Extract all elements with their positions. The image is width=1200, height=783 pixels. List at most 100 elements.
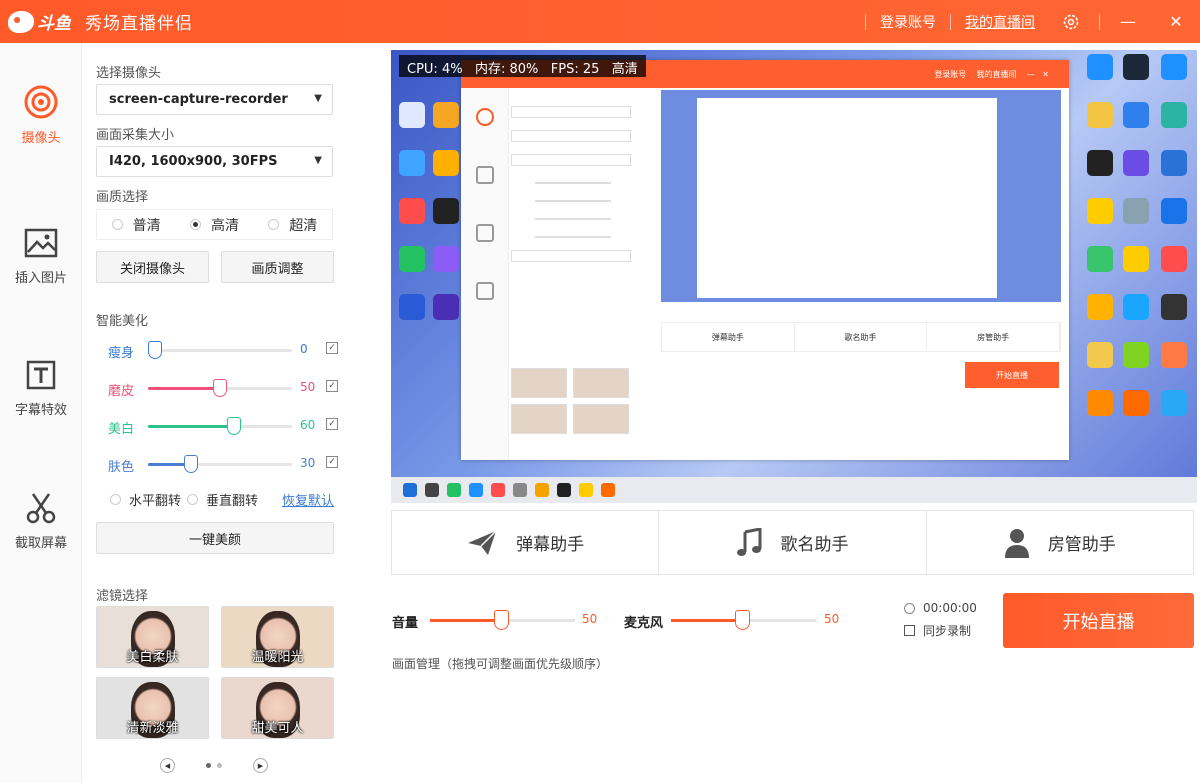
prev-page-button[interactable]: ◀ [160, 758, 175, 773]
checkbox[interactable] [904, 625, 915, 636]
filter-name: 美白柔肤 [97, 646, 208, 665]
slider-name: 肤色 [108, 456, 134, 475]
paper-plane-icon [466, 529, 498, 557]
flip-horizontal-option[interactable]: 水平翻转 [110, 490, 181, 509]
gear-icon[interactable] [1059, 10, 1083, 34]
scissors-icon [23, 490, 59, 526]
divider [950, 14, 951, 30]
person-icon [1004, 528, 1030, 558]
flip-vertical-label: 垂直翻转 [206, 490, 258, 509]
capture-size-select[interactable]: I420, 1600x900, 30FPS ▼ [96, 146, 333, 177]
nav-image[interactable]: 插入图片 [0, 225, 82, 286]
danmaku-assistant-button[interactable]: 弹幕助手 [392, 511, 659, 574]
close-camera-button[interactable]: 关闭摄像头 [96, 251, 209, 283]
quality-label: 画质选择 [96, 186, 148, 205]
nav-screenshot-label: 截取屏幕 [15, 536, 67, 551]
song-assistant-button[interactable]: 歌名助手 [659, 511, 926, 574]
slider-name: 磨皮 [108, 380, 134, 399]
windows-taskbar [391, 477, 1197, 503]
filter-thumbnail[interactable]: 甜美可人 [221, 677, 334, 739]
radio-dot [268, 219, 279, 230]
page-dot[interactable] [217, 763, 222, 768]
flip-vertical-option[interactable]: 垂直翻转 [187, 490, 258, 509]
desktop-icons-right [1123, 54, 1149, 438]
slider-knob[interactable] [213, 379, 227, 397]
filter-thumbnail[interactable]: 清新淡雅 [96, 677, 209, 739]
volume-label: 音量 [392, 612, 418, 631]
nav-image-label: 插入图片 [15, 271, 67, 286]
slider-value: 30 [300, 456, 315, 470]
my-room-link[interactable]: 我的直播间 [965, 12, 1035, 32]
radio-dot [110, 494, 121, 505]
radio-dot [187, 494, 198, 505]
song-assistant-label: 歌名助手 [780, 530, 848, 555]
live-preview[interactable]: 登录账号 我的直播间 — ✕ 弹幕助手歌名助手房管助手 开始直播 CPU: 4%… [391, 50, 1197, 503]
slider-checkbox[interactable]: ✓ [326, 380, 338, 392]
quality-adjust-button[interactable]: 画质调整 [221, 251, 334, 283]
slider-knob[interactable] [494, 610, 509, 630]
skin-slider[interactable] [148, 463, 292, 466]
camera-select[interactable]: screen-capture-recorder ▼ [96, 84, 333, 115]
slider-knob[interactable] [184, 455, 198, 473]
sidebar: 摄像头 插入图片 字幕特效 截取屏幕 [0, 43, 82, 783]
quality-option-sd[interactable]: 普清 [97, 215, 175, 235]
sync-record-option[interactable]: 同步录制 [904, 622, 971, 639]
slider-checkbox[interactable]: ✓ [326, 342, 338, 354]
quality-radio-group: 普清 高清 超清 [96, 209, 333, 240]
filter-name: 温暖阳光 [222, 646, 333, 665]
nav-subtitle[interactable]: 字幕特效 [0, 357, 82, 418]
slider-value: 60 [300, 418, 315, 432]
performance-stats: CPU: 4% 内存: 80% FPS: 25 高清 [399, 55, 646, 77]
one-click-beauty-button[interactable]: 一键美颜 [96, 522, 334, 554]
nav-subtitle-label: 字幕特效 [15, 403, 67, 418]
filter-thumbnail[interactable]: 温暖阳光 [221, 606, 334, 668]
slim-slider[interactable] [148, 349, 292, 352]
slider-checkbox[interactable]: ✓ [326, 418, 338, 430]
slider-knob[interactable] [148, 341, 162, 359]
quality-option-uhd[interactable]: 超清 [254, 215, 332, 235]
close-button[interactable]: ✕ [1164, 10, 1188, 34]
quality-option-label: 普清 [133, 215, 161, 235]
nav-camera[interactable]: 摄像头 [0, 85, 82, 146]
quality-option-label: 高清 [211, 215, 239, 235]
nav-screenshot[interactable]: 截取屏幕 [0, 490, 82, 551]
filter-pager: ◀ ▶ [160, 758, 268, 773]
camera-settings-panel: 选择摄像头 screen-capture-recorder ▼ 画面采集大小 I… [82, 43, 352, 783]
next-page-button[interactable]: ▶ [253, 758, 268, 773]
desktop-icons-right [1161, 54, 1187, 438]
skin-slider-row: 肤色 30 ✓ [108, 454, 338, 476]
scene-management-hint: 画面管理（拖拽可调整画面优先级顺序） [392, 655, 608, 672]
douyu-logo: 斗鱼 [8, 9, 71, 34]
volume-slider[interactable] [430, 619, 575, 622]
text-icon [23, 357, 59, 393]
start-live-button[interactable]: 开始直播 [1003, 593, 1194, 648]
capture-size-value: I420, 1600x900, 30FPS [109, 154, 277, 169]
room-manager-button[interactable]: 房管助手 [927, 511, 1193, 574]
reset-default-link[interactable]: 恢复默认 [282, 490, 334, 509]
quality-option-label: 超清 [289, 215, 317, 235]
smooth-slider[interactable] [148, 387, 292, 390]
slider-checkbox[interactable]: ✓ [326, 456, 338, 468]
mic-value: 50 [824, 612, 839, 626]
divider [1099, 14, 1100, 30]
page-dot-active[interactable] [206, 763, 211, 768]
radio-dot [112, 219, 123, 230]
mic-slider[interactable] [671, 619, 816, 622]
slider-knob[interactable] [227, 417, 241, 435]
minimize-button[interactable]: — [1116, 10, 1140, 34]
login-link[interactable]: 登录账号 [880, 12, 936, 32]
quality-option-hd[interactable]: 高清 [175, 215, 253, 235]
camera-select-value: screen-capture-recorder [109, 92, 288, 107]
beauty-label: 智能美化 [96, 310, 148, 329]
slider-knob[interactable] [735, 610, 750, 630]
sync-record-label: 同步录制 [923, 622, 971, 639]
fish-logo-icon [8, 11, 34, 33]
whiten-slider[interactable] [148, 425, 292, 428]
title-bar: 斗鱼 秀场直播伴侣 登录账号 我的直播间 — ✕ [0, 0, 1200, 43]
music-note-icon [736, 528, 762, 558]
nav-camera-label: 摄像头 [21, 131, 60, 146]
brand-name: 斗鱼 [37, 9, 71, 34]
chevron-down-icon: ▼ [314, 93, 322, 104]
slider-value: 0 [300, 342, 308, 356]
filter-thumbnail[interactable]: 美白柔肤 [96, 606, 209, 668]
